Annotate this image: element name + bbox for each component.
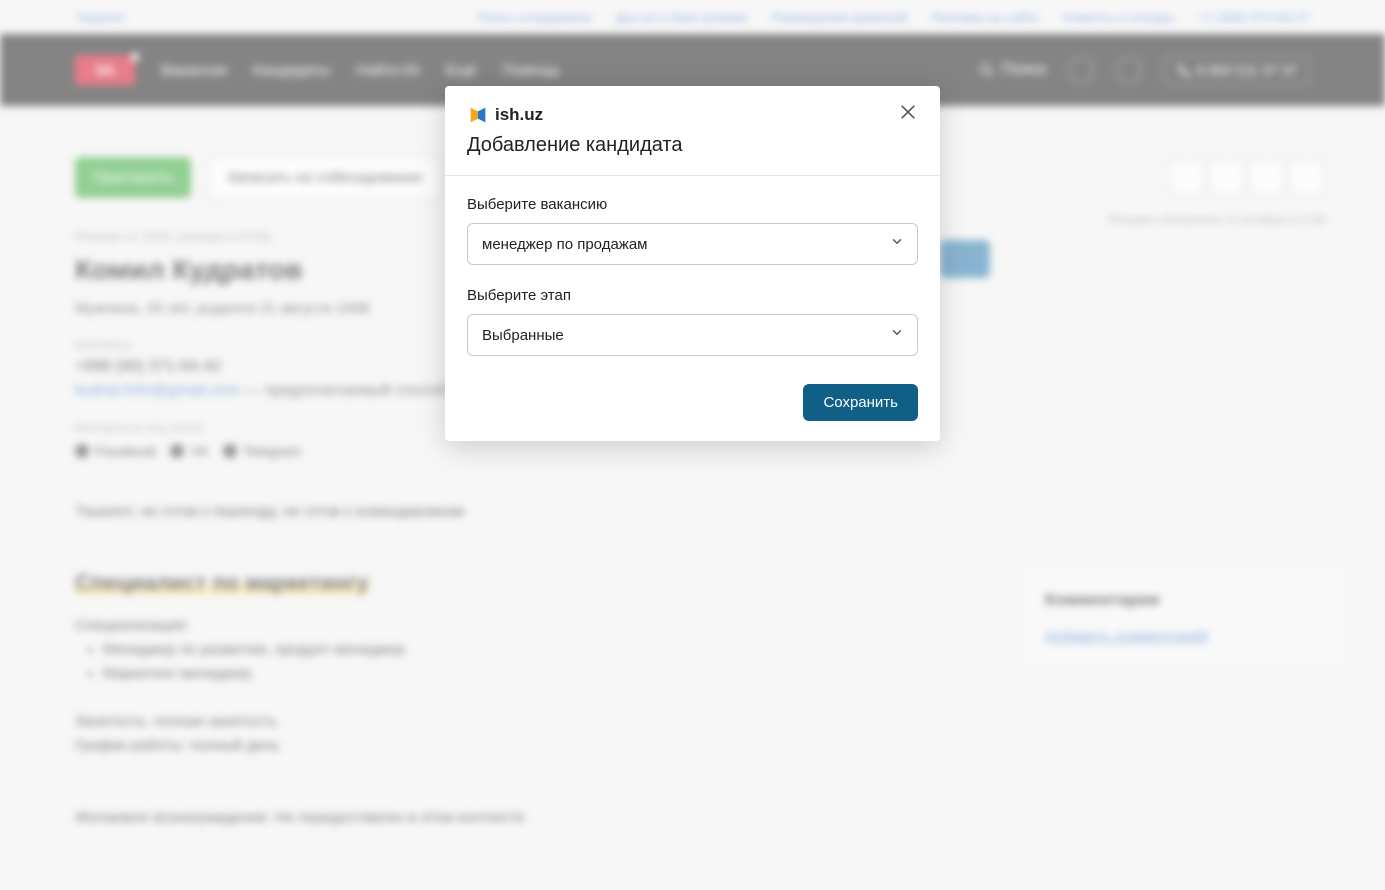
add-candidate-modal: ish.uz Добавление кандидата Выберите вак…: [445, 86, 940, 441]
modal-title: Добавление кандидата: [467, 134, 918, 157]
stage-select-value: Выбранные: [482, 327, 564, 344]
ish-logo-icon: [467, 104, 489, 126]
stage-select[interactable]: Выбранные: [467, 314, 918, 356]
vacancy-select[interactable]: менеджер по продажам: [467, 223, 918, 265]
modal-overlay[interactable]: ish.uz Добавление кандидата Выберите вак…: [0, 0, 1385, 890]
modal-footer: Сохранить: [445, 384, 940, 441]
stage-label: Выберите этап: [467, 287, 918, 304]
modal-brand-text: ish.uz: [495, 105, 543, 125]
close-icon: [898, 102, 918, 122]
close-button[interactable]: [898, 102, 922, 126]
modal-body: Выберите вакансию менеджер по продажам В…: [445, 176, 940, 384]
vacancy-select-value: менеджер по продажам: [482, 236, 647, 253]
vacancy-label: Выберите вакансию: [467, 196, 918, 213]
save-button[interactable]: Сохранить: [803, 384, 918, 421]
modal-brand: ish.uz: [467, 104, 918, 126]
modal-header: ish.uz Добавление кандидата: [445, 86, 940, 176]
